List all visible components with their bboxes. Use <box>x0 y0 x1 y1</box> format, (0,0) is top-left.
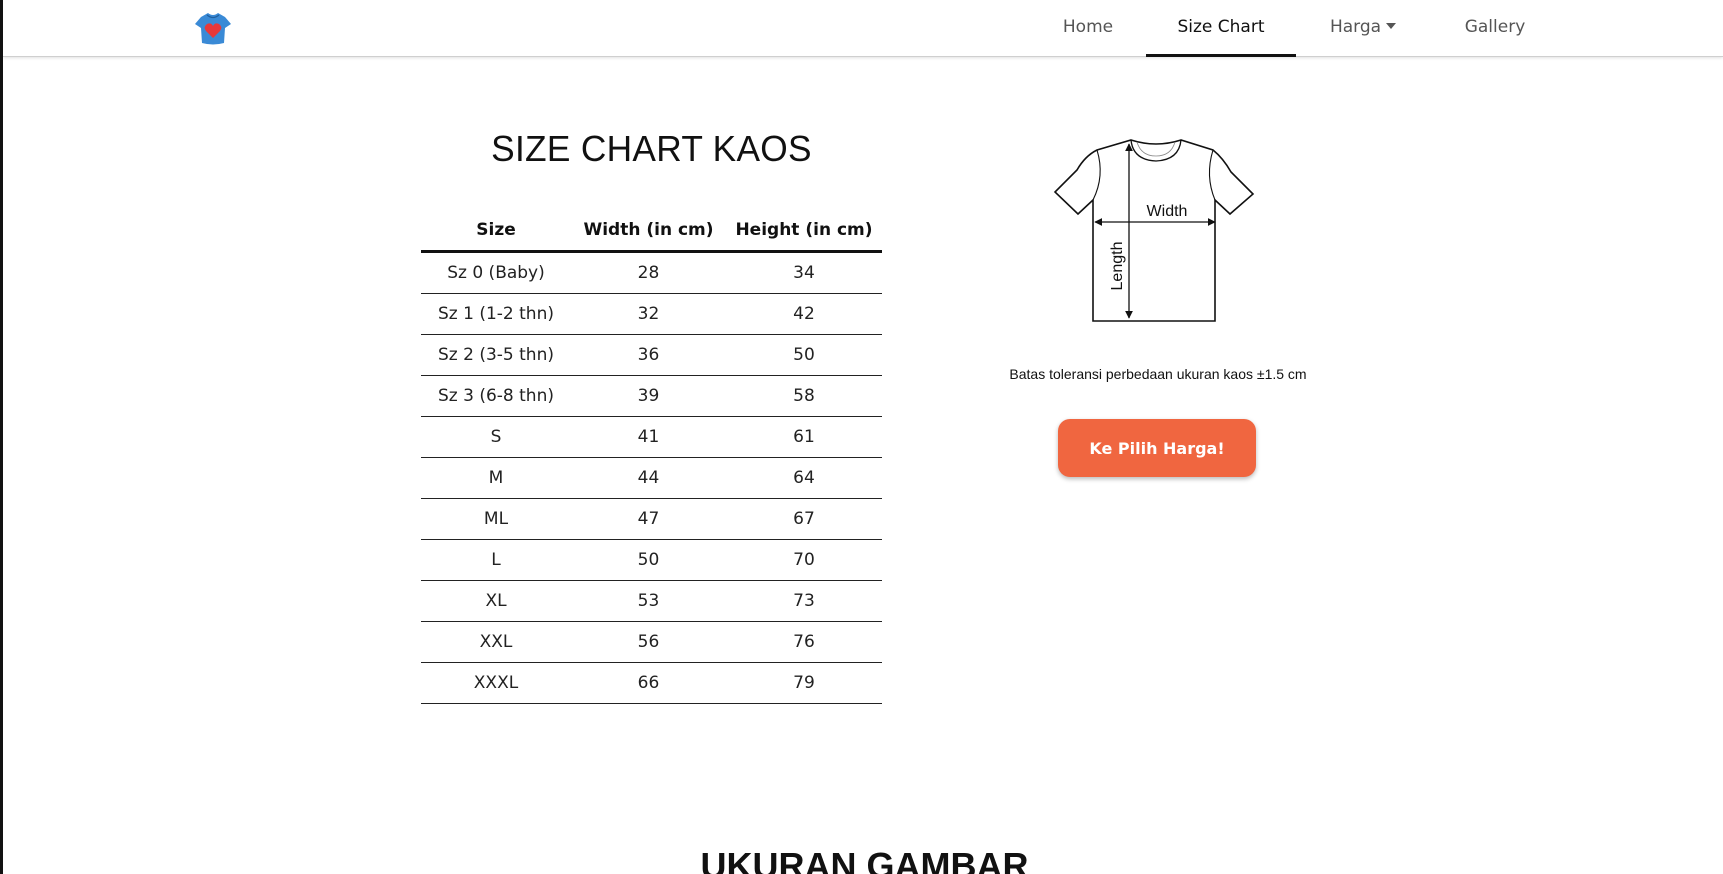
header-size: Size <box>421 210 571 253</box>
table-row: Sz 3 (6-8 thn) 39 58 <box>421 375 882 417</box>
nav-home[interactable]: Home <box>1043 0 1133 57</box>
section-title-ukuran-gambar: UKURAN GAMBAR <box>700 845 1029 874</box>
cell-size: S <box>421 416 571 458</box>
header-width: Width (in cm) <box>571 210 726 253</box>
cell-size: Sz 0 (Baby) <box>421 251 571 294</box>
cell-height: 42 <box>726 293 882 335</box>
cell-height: 61 <box>726 416 882 458</box>
cell-size: L <box>421 539 571 581</box>
nav-harga-label: Harga <box>1329 17 1382 37</box>
nav-gallery[interactable]: Gallery <box>1450 0 1540 57</box>
cell-height: 58 <box>726 375 882 417</box>
cell-width: 47 <box>571 498 726 540</box>
size-chart-table: Size Width (in cm) Height (in cm) Sz 0 (… <box>421 210 882 704</box>
cell-height: 76 <box>726 621 882 663</box>
cell-height: 73 <box>726 580 882 622</box>
tshirt-measurement-diagram: Width Length <box>1053 139 1255 322</box>
table-row: S 41 61 <box>421 416 882 458</box>
cell-size: XXXL <box>421 662 571 704</box>
cell-height: 34 <box>726 251 882 294</box>
cell-size: XL <box>421 580 571 622</box>
table-row: Sz 0 (Baby) 28 34 <box>421 251 882 294</box>
cell-width: 50 <box>571 539 726 581</box>
nav-size-chart[interactable]: Size Chart <box>1146 0 1296 57</box>
nav-harga-dropdown[interactable]: Harga <box>1318 0 1408 57</box>
nav-home-label: Home <box>1062 17 1114 37</box>
table-row: L 50 70 <box>421 539 882 581</box>
page: Home Size Chart Harga Gallery SIZE CHART… <box>0 0 1723 874</box>
table-header-row: Size Width (in cm) Height (in cm) <box>421 210 882 253</box>
length-label: Length <box>1109 242 1126 291</box>
table-row: ML 47 67 <box>421 498 882 540</box>
cell-width: 56 <box>571 621 726 663</box>
width-label: Width <box>1147 203 1188 220</box>
cell-height: 50 <box>726 334 882 376</box>
heart-tshirt-icon[interactable] <box>193 11 233 47</box>
tolerance-note: Batas toleransi perbedaan ukuran kaos ±1… <box>1009 366 1307 382</box>
cell-width: 41 <box>571 416 726 458</box>
cell-height: 64 <box>726 457 882 499</box>
tshirt-outline <box>1053 139 1255 322</box>
cell-height: 67 <box>726 498 882 540</box>
cell-width: 66 <box>571 662 726 704</box>
cell-size: ML <box>421 498 571 540</box>
cell-width: 44 <box>571 457 726 499</box>
nav-gallery-label: Gallery <box>1464 17 1526 37</box>
table-row: XL 53 73 <box>421 580 882 622</box>
table-row: Sz 2 (3-5 thn) 36 50 <box>421 334 882 376</box>
cell-width: 39 <box>571 375 726 417</box>
go-to-price-button[interactable]: Ke Pilih Harga! <box>1058 419 1256 477</box>
cell-width: 53 <box>571 580 726 622</box>
table-row: XXL 56 76 <box>421 621 882 663</box>
cell-size: M <box>421 457 571 499</box>
cell-width: 28 <box>571 251 726 294</box>
navbar: Home Size Chart Harga Gallery <box>3 0 1723 57</box>
cell-width: 32 <box>571 293 726 335</box>
cell-size: Sz 3 (6-8 thn) <box>421 375 571 417</box>
cell-height: 79 <box>726 662 882 704</box>
table-row: M 44 64 <box>421 457 882 499</box>
table-row: Sz 1 (1-2 thn) 32 42 <box>421 293 882 335</box>
nav-size-chart-label: Size Chart <box>1177 17 1265 37</box>
caret-down-icon <box>1386 23 1397 29</box>
cell-size: XXL <box>421 621 571 663</box>
cell-width: 36 <box>571 334 726 376</box>
cell-size: Sz 1 (1-2 thn) <box>421 293 571 335</box>
cell-size: Sz 2 (3-5 thn) <box>421 334 571 376</box>
cell-height: 70 <box>726 539 882 581</box>
header-height: Height (in cm) <box>726 210 882 253</box>
table-row: XXXL 66 79 <box>421 662 882 704</box>
page-title: SIZE CHART KAOS <box>491 128 812 169</box>
